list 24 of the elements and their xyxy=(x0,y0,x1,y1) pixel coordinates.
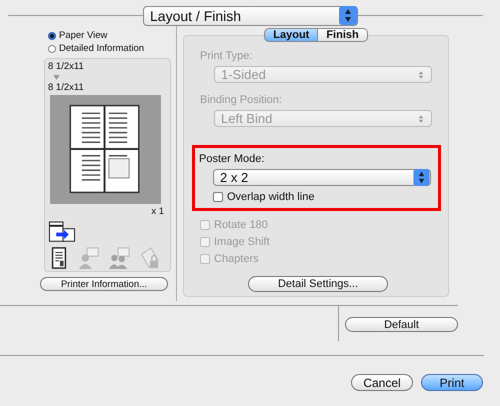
print-button[interactable]: Print xyxy=(421,374,483,391)
down-arrow-icon xyxy=(53,75,60,80)
cancel-button[interactable]: Cancel xyxy=(351,374,413,391)
detail-settings-button[interactable]: Detail Settings... xyxy=(248,276,388,292)
popup-arrows-icon xyxy=(339,6,357,25)
radio-option[interactable]: Paper View xyxy=(48,29,108,42)
field-label: Print Type: xyxy=(200,50,252,63)
popup-arrows-icon xyxy=(418,114,424,124)
paper-size-label: 8 1/2x11 xyxy=(48,61,84,72)
tab[interactable]: Finish xyxy=(318,28,368,42)
overlap-checkbox[interactable]: Overlap width line xyxy=(213,189,438,204)
tab[interactable]: Layout xyxy=(264,28,318,42)
printer-information-button[interactable]: Printer Information... xyxy=(40,277,168,291)
radio-option[interactable]: Detailed Information xyxy=(48,42,144,55)
popup-arrows-icon xyxy=(413,169,430,186)
field-label: Binding Position: xyxy=(200,94,282,107)
field-label: Poster Mode: xyxy=(199,153,264,165)
poster-mode-popup[interactable]: 2 x 2 xyxy=(213,169,431,186)
page-arrow-icon xyxy=(48,220,76,242)
popup-arrows-icon xyxy=(418,70,424,80)
copies-label: x 1 xyxy=(151,206,164,217)
preset-popup[interactable]: Layout / Finish xyxy=(143,6,358,26)
paper-size-label: 8 1/2x11 xyxy=(48,82,84,93)
default-button[interactable]: Default xyxy=(345,317,458,332)
